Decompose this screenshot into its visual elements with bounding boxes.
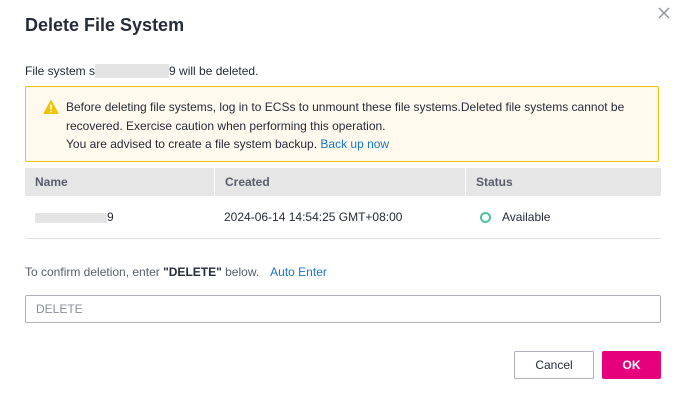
file-system-name-end: 9 — [169, 64, 176, 78]
warning-icon — [43, 99, 59, 115]
alert-backup-advice: You are advised to create a file system … — [66, 137, 318, 151]
confirm-keyword: "DELETE" — [163, 265, 222, 279]
deletion-summary: File system s9 will be deleted. — [25, 63, 259, 78]
status-available-icon — [480, 212, 491, 223]
cell-created: 2024-06-14 14:54:25 GMT+08:00 — [224, 210, 403, 224]
alert-line-1: Before deleting file systems, log in to … — [66, 100, 625, 133]
ok-button[interactable]: OK — [602, 351, 661, 379]
file-system-table: Name Created Status 9 2024-06-14 14:54:2… — [25, 168, 661, 239]
summary-prefix: File system — [25, 64, 90, 78]
table-row: 9 2024-06-14 14:54:25 GMT+08:00 Availabl… — [25, 196, 661, 239]
summary-suffix: will be deleted. — [175, 64, 259, 78]
alert-message: Before deleting file systems, log in to … — [66, 98, 646, 154]
cell-name: 9 — [25, 210, 214, 224]
cell-name-end: 9 — [107, 210, 114, 224]
delete-file-system-dialog: Delete File System File system s9 will b… — [0, 0, 688, 407]
auto-enter-link[interactable]: Auto Enter — [270, 265, 327, 279]
column-header-name: Name — [35, 175, 68, 189]
confirm-instruction: To confirm deletion, enter "DELETE" belo… — [25, 265, 327, 279]
table-header: Name Created Status — [25, 168, 661, 196]
redacted-name — [35, 212, 107, 223]
dialog-title: Delete File System — [25, 15, 185, 35]
redacted-file-system-name — [95, 63, 170, 78]
column-header-created: Created — [214, 168, 465, 196]
cell-status: Available — [465, 210, 661, 224]
alert-line-2: You are advised to create a file system … — [66, 135, 646, 154]
confirm-prefix: To confirm deletion, enter — [25, 265, 164, 279]
cancel-button[interactable]: Cancel — [514, 351, 594, 379]
status-label: Available — [502, 210, 551, 224]
confirm-suffix: below. — [221, 265, 260, 279]
column-header-status: Status — [465, 168, 661, 196]
close-icon[interactable] — [655, 4, 673, 22]
back-up-now-link[interactable]: Back up now — [320, 137, 389, 151]
confirm-delete-input[interactable] — [25, 295, 661, 323]
warning-alert: Before deleting file systems, log in to … — [25, 86, 659, 162]
